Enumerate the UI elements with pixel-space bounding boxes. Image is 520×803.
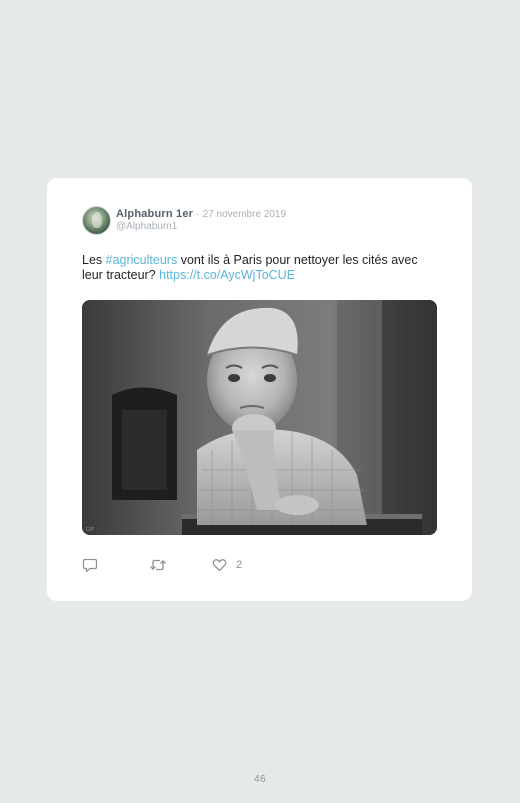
author-info: Alphaburn 1er · 27 novembre 2019 @Alphab… [116, 208, 286, 233]
heart-icon [212, 559, 227, 572]
author-handle[interactable]: @Alphaburn1 [116, 221, 286, 233]
hashtag-link[interactable]: #agriculteurs [106, 253, 178, 267]
like-count: 2 [236, 559, 243, 571]
author-row: Alphaburn 1er · 27 novembre 2019 [116, 208, 286, 221]
page-number: 46 [253, 774, 267, 785]
retweet-icon [150, 559, 166, 571]
svg-text:GIF: GIF [86, 527, 94, 533]
like-button[interactable]: 2 [212, 558, 242, 572]
retweet-button[interactable] [149, 558, 167, 572]
tweet-actions: 2 [82, 556, 242, 574]
tweet-date[interactable]: 27 novembre 2019 [203, 209, 286, 220]
avatar[interactable] [82, 205, 111, 235]
child-thinking-photo: GIF [82, 300, 437, 535]
reply-button[interactable] [82, 558, 98, 573]
author-display-name[interactable]: Alphaburn 1er [116, 208, 193, 220]
tweet-url-link[interactable]: https://t.co/AycWjToCUE [159, 268, 295, 282]
tweet-text: Les #agriculteurs vont ils à Paris pour … [82, 253, 432, 283]
reply-icon [82, 558, 98, 572]
tweet-media[interactable]: GIF [82, 300, 437, 535]
tweet-card: Alphaburn 1er · 27 novembre 2019 @Alphab… [47, 178, 472, 601]
tweet-header: Alphaburn 1er · 27 novembre 2019 @Alphab… [82, 205, 286, 235]
separator-dot: · [196, 208, 200, 220]
tweet-text-start: Les [82, 253, 106, 267]
